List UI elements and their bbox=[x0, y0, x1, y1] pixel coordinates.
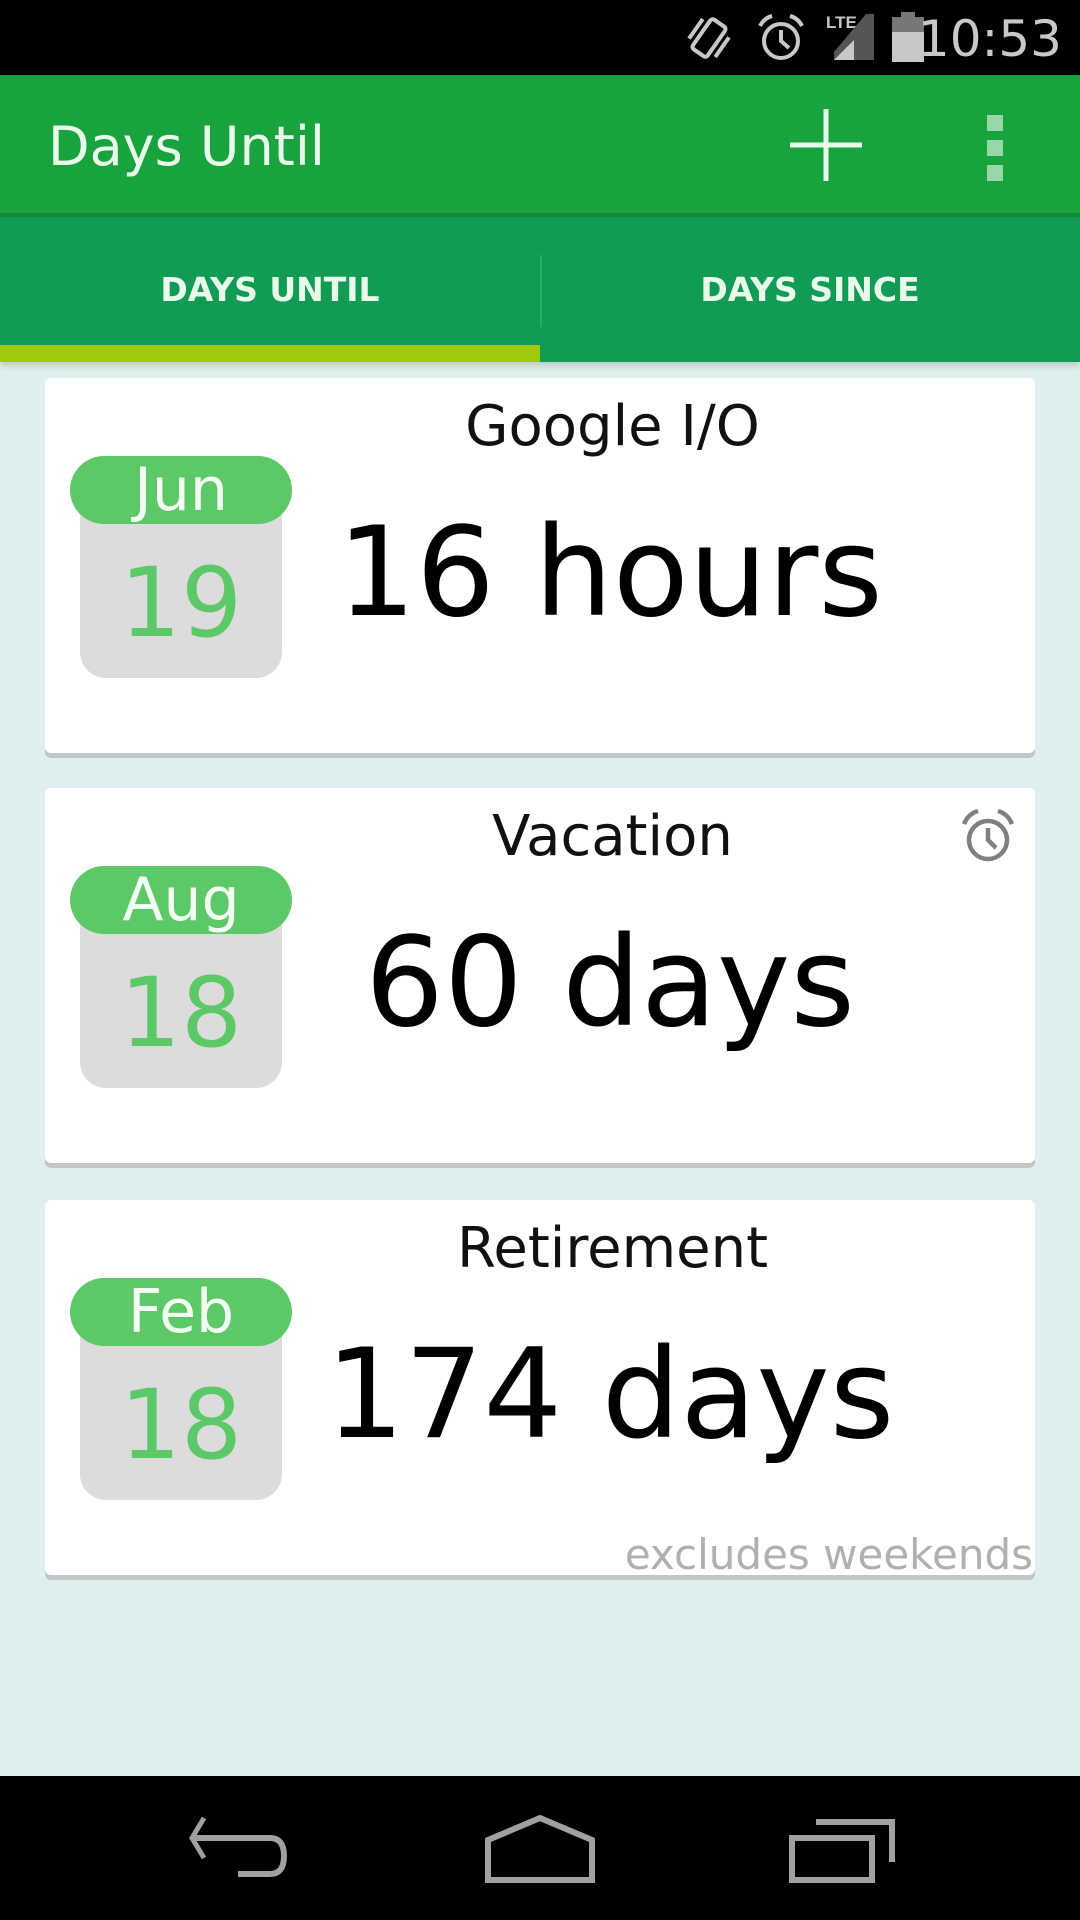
event-countdown: 174 days bbox=[325, 1323, 895, 1467]
plus-icon[interactable] bbox=[790, 109, 862, 181]
action-bar: Days Until bbox=[0, 75, 1080, 217]
vibrate-icon bbox=[687, 17, 731, 59]
event-countdown: 16 hours bbox=[337, 501, 883, 645]
event-card-google-io[interactable]: Jun 19 Google I/O 16 hours bbox=[45, 378, 1035, 753]
event-card-vacation[interactable]: Aug 18 Vacation 60 days bbox=[45, 788, 1035, 1163]
recents-icon[interactable] bbox=[784, 1814, 904, 1884]
home-icon[interactable] bbox=[480, 1814, 600, 1884]
tab-days-until[interactable]: DAYS UNTIL bbox=[0, 217, 540, 362]
navigation-bar bbox=[0, 1776, 1080, 1920]
event-countdown: 60 days bbox=[365, 911, 855, 1055]
selected-tab-indicator bbox=[0, 345, 540, 362]
lte-signal-icon: LTE bbox=[826, 13, 874, 60]
svg-text:LTE: LTE bbox=[826, 13, 857, 32]
app-title: Days Until bbox=[48, 115, 325, 178]
event-title: Vacation bbox=[492, 804, 733, 869]
tab-label: DAYS SINCE bbox=[700, 270, 920, 309]
alarm-icon bbox=[961, 808, 1015, 862]
excludes-weekends-note: excludes weekends bbox=[624, 1530, 1033, 1579]
more-vert-icon[interactable] bbox=[980, 115, 1010, 181]
clock: 10:53 bbox=[917, 10, 1062, 68]
status-bar: LTE 10:53 bbox=[0, 0, 1080, 75]
alarm-icon bbox=[758, 14, 804, 60]
event-title: Retirement bbox=[456, 1216, 769, 1281]
tab-bar: DAYS UNTIL DAYS SINCE bbox=[0, 217, 1080, 362]
tab-label: DAYS UNTIL bbox=[160, 270, 380, 309]
event-title: Google I/O bbox=[465, 394, 760, 459]
event-card-retirement[interactable]: Feb 18 Retirement 174 days excludes week… bbox=[45, 1200, 1035, 1579]
back-icon[interactable] bbox=[180, 1814, 300, 1884]
tab-days-since[interactable]: DAYS SINCE bbox=[540, 217, 1080, 362]
